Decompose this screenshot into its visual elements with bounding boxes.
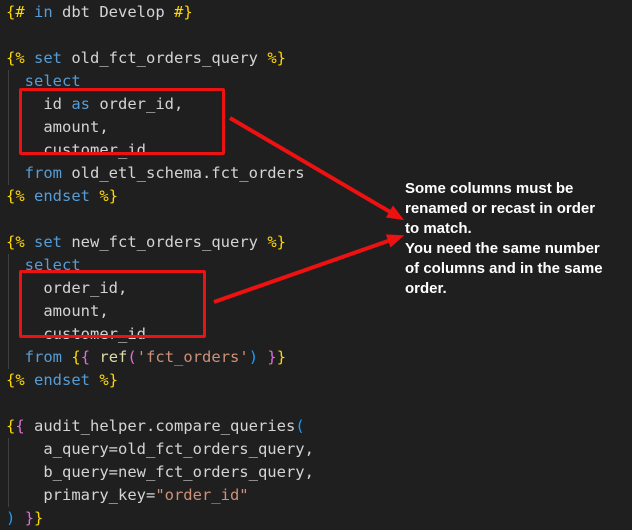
code-token: [25, 233, 34, 251]
code-line[interactable]: from {{ ref('fct_orders') }}: [0, 346, 632, 369]
indent-guide: [8, 254, 9, 369]
code-token: %}: [99, 371, 118, 389]
code-token: set: [34, 233, 62, 251]
code-token: [90, 187, 99, 205]
code-token: {: [6, 417, 15, 435]
code-line[interactable]: {{ audit_helper.compare_queries(: [0, 415, 632, 438]
indent-guide: [8, 70, 9, 185]
code-token: old_etl_schema.fct_orders: [62, 164, 305, 182]
code-token: %}: [99, 187, 118, 205]
code-line[interactable]: [0, 24, 632, 47]
code-token: new_fct_orders_query: [62, 233, 267, 251]
code-token: b_query=new_fct_orders_query,: [6, 463, 314, 481]
annotation-note-line: Some columns must be: [405, 179, 625, 199]
annotation-box-new-columns: [19, 270, 206, 338]
code-token: {%: [6, 371, 25, 389]
code-token: ): [249, 348, 258, 366]
code-line[interactable]: b_query=new_fct_orders_query,: [0, 461, 632, 484]
code-token: (: [127, 348, 136, 366]
code-token: from: [25, 164, 62, 182]
code-token: old_fct_orders_query: [62, 49, 267, 67]
code-token: [25, 187, 34, 205]
code-token: 'fct_orders': [137, 348, 249, 366]
annotation-box-old-columns: [19, 88, 225, 155]
code-token: {%: [6, 187, 25, 205]
code-line[interactable]: {% endset %}: [0, 369, 632, 392]
code-token: ): [6, 509, 15, 527]
code-token: }: [25, 509, 34, 527]
code-token: [25, 49, 34, 67]
code-token: from: [25, 348, 62, 366]
annotation-note-line: renamed or recast in order: [405, 199, 625, 219]
code-token: (: [295, 417, 304, 435]
code-token: [258, 348, 267, 366]
annotation-note-line: You need the same number: [405, 239, 625, 259]
code-line[interactable]: {# in dbt Develop #}: [0, 1, 632, 24]
code-token: {#: [6, 3, 25, 21]
code-token: endset: [34, 371, 90, 389]
annotation-note-line: order.: [405, 279, 625, 299]
annotation-note: Some columns must be renamed or recast i…: [405, 179, 625, 299]
code-token: #}: [174, 3, 193, 21]
code-token: a_query=old_fct_orders_query,: [6, 440, 314, 458]
code-token: {: [81, 348, 90, 366]
code-token: {%: [6, 49, 25, 67]
code-token: [90, 371, 99, 389]
code-token: }: [267, 348, 276, 366]
code-token: ref: [99, 348, 127, 366]
code-token: }: [277, 348, 286, 366]
code-token: set: [34, 49, 62, 67]
code-line[interactable]: a_query=old_fct_orders_query,: [0, 438, 632, 461]
code-line[interactable]: {% set old_fct_orders_query %}: [0, 47, 632, 70]
code-line[interactable]: primary_key="order_id": [0, 484, 632, 507]
code-token: [62, 348, 71, 366]
code-token: primary_key=: [6, 486, 155, 504]
code-token: }: [34, 509, 43, 527]
code-token: %}: [267, 233, 286, 251]
code-token: dbt Develop: [53, 3, 174, 21]
code-token: [25, 3, 34, 21]
code-token: [25, 371, 34, 389]
code-token: audit_helper.compare_queries: [25, 417, 296, 435]
code-token: {: [15, 417, 24, 435]
code-line[interactable]: [0, 392, 632, 415]
code-token: [15, 509, 24, 527]
annotation-note-line: to match.: [405, 219, 625, 239]
annotation-note-line: of columns and in the same: [405, 259, 625, 279]
code-token: in: [34, 3, 53, 21]
code-token: "order_id": [155, 486, 248, 504]
code-token: endset: [34, 187, 90, 205]
code-token: {%: [6, 233, 25, 251]
indent-guide: [8, 438, 9, 507]
code-token: {: [71, 348, 80, 366]
code-token: [90, 348, 99, 366]
code-token: %}: [267, 49, 286, 67]
